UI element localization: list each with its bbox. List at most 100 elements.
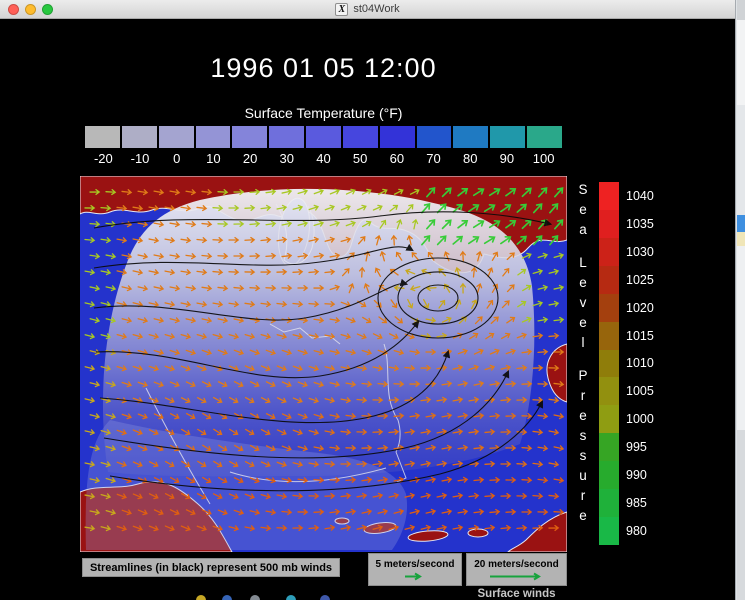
screen: X st04Work 1996 01 05 12:00 Surface Temp… — [0, 0, 745, 600]
temperature-color-segment — [380, 126, 415, 148]
pressure-value-label: 1010 — [626, 350, 666, 378]
pressure-value-label: 1040 — [626, 182, 666, 210]
temperature-tick-label: -20 — [85, 151, 122, 166]
pressure-title-letter: e — [574, 405, 592, 425]
bg-window-block — [737, 20, 745, 105]
temperature-tick-label: 0 — [158, 151, 195, 166]
temperature-color-segment — [490, 126, 525, 148]
temperature-ticks: -20-100102030405060708090100 — [85, 151, 562, 166]
wind-scale-small: 5 meters/second — [368, 553, 462, 586]
pressure-value-label: 1025 — [626, 266, 666, 294]
titlebar-center: X st04Work — [0, 3, 735, 16]
bg-window-block — [737, 0, 745, 20]
pressure-color-band — [599, 517, 619, 545]
wind-scale-small-label: 5 meters/second — [376, 559, 455, 570]
pressure-title-letter: L — [574, 252, 592, 272]
pressure-color-band — [599, 210, 619, 238]
window-titlebar[interactable]: X st04Work — [0, 0, 735, 19]
dock-icon[interactable] — [196, 595, 206, 600]
pressure-color-band — [599, 322, 619, 350]
pressure-legend-title: SeaLevelPressure — [574, 179, 592, 525]
pressure-title-letter: a — [574, 219, 592, 239]
temperature-colorbar — [85, 126, 562, 148]
pressure-title-letter: u — [574, 465, 592, 485]
dock-peek — [0, 592, 745, 600]
temperature-color-segment — [196, 126, 231, 148]
pressure-color-band — [599, 182, 619, 210]
temperature-tick-label: 10 — [195, 151, 232, 166]
pressure-value-label: 1030 — [626, 238, 666, 266]
pressure-color-band — [599, 238, 619, 266]
pressure-value-label: 1015 — [626, 322, 666, 350]
pressure-title-letter: e — [574, 272, 592, 292]
temperature-color-segment — [453, 126, 488, 148]
temperature-tick-label: 60 — [379, 151, 416, 166]
pressure-color-band — [599, 266, 619, 294]
dock-icon[interactable] — [320, 595, 330, 600]
temperature-tick-label: 20 — [232, 151, 269, 166]
temperature-color-segment — [159, 126, 194, 148]
temperature-color-segment — [269, 126, 304, 148]
pressure-title-letter: e — [574, 312, 592, 332]
pressure-title-letter: s — [574, 425, 592, 445]
temperature-color-segment — [527, 126, 562, 148]
pressure-color-band — [599, 461, 619, 489]
bg-window-block — [737, 232, 745, 246]
dock-icon[interactable] — [222, 595, 232, 600]
wind-scale-large: 20 meters/second — [466, 553, 567, 586]
temperature-tick-label: 50 — [342, 151, 379, 166]
pressure-value-label: 1035 — [626, 210, 666, 238]
pressure-color-band — [599, 433, 619, 461]
pressure-value-label: 1005 — [626, 377, 666, 405]
x11-icon: X — [335, 3, 348, 16]
pressure-color-band — [599, 294, 619, 322]
pressure-value-label: 985 — [626, 489, 666, 517]
datetime-title: 1996 01 05 12:00 — [80, 53, 567, 84]
bg-window-block — [737, 105, 745, 215]
background-window-edge[interactable] — [735, 0, 745, 600]
pressure-value-label: 980 — [626, 517, 666, 545]
temperature-tick-label: 40 — [305, 151, 342, 166]
temperature-color-segment — [85, 126, 120, 148]
zoom-button[interactable] — [42, 4, 53, 15]
temperature-tick-label: 30 — [268, 151, 305, 166]
temperature-color-segment — [122, 126, 157, 148]
pressure-title-letter: r — [574, 385, 592, 405]
wind-arrow-small-icon — [402, 572, 428, 581]
weather-map[interactable] — [80, 176, 567, 552]
temperature-color-segment — [343, 126, 378, 148]
temperature-tick-label: 80 — [452, 151, 489, 166]
app-canvas: 1996 01 05 12:00 Surface Temperature (°F… — [0, 19, 735, 600]
minimize-button[interactable] — [25, 4, 36, 15]
pressure-title-gap — [574, 352, 592, 365]
temperature-color-segment — [232, 126, 267, 148]
pressure-title-letter: e — [574, 505, 592, 525]
pressure-title-letter: v — [574, 292, 592, 312]
pressure-title-letter: e — [574, 199, 592, 219]
pressure-color-band — [599, 377, 619, 405]
temperature-legend-title: Surface Temperature (°F) — [80, 105, 567, 121]
bg-window-block — [737, 215, 745, 232]
streamlines-legend: Streamlines (in black) represent 500 mb … — [82, 558, 340, 577]
dock-icon[interactable] — [286, 595, 296, 600]
temperature-tick-label: -10 — [122, 151, 159, 166]
pressure-title-letter: P — [574, 365, 592, 385]
streamlines-legend-label: Streamlines (in black) represent 500 mb … — [90, 562, 332, 574]
bg-window-block — [737, 246, 745, 430]
pressure-labels: 104010351030102510201015101010051000995 9… — [626, 182, 666, 545]
close-button[interactable] — [8, 4, 19, 15]
pressure-color-band — [599, 489, 619, 517]
pressure-title-letter: s — [574, 445, 592, 465]
temperature-tick-label: 70 — [415, 151, 452, 166]
wind-scale-large-label: 20 meters/second — [474, 559, 559, 570]
temperature-color-segment — [306, 126, 341, 148]
dock-icon[interactable] — [250, 595, 260, 600]
window-title: st04Work — [353, 3, 399, 15]
pressure-color-band — [599, 350, 619, 378]
pressure-title-letter: r — [574, 485, 592, 505]
pressure-value-label: 1000 — [626, 405, 666, 433]
pressure-title-letter: l — [574, 332, 592, 352]
pressure-value-label: 995 — [626, 433, 666, 461]
pressure-colorbar — [599, 182, 619, 545]
pressure-value-label: 1020 — [626, 294, 666, 322]
